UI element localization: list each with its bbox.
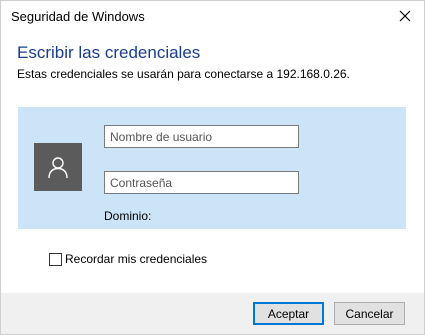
credential-tile: Dominio: xyxy=(18,107,406,229)
username-field[interactable] xyxy=(104,125,299,148)
user-icon xyxy=(48,157,68,179)
close-button[interactable] xyxy=(390,3,420,29)
title-bar: Seguridad de Windows xyxy=(1,1,424,32)
checkbox-box[interactable] xyxy=(49,252,62,266)
accept-button[interactable]: Aceptar xyxy=(253,302,324,325)
dialog-heading: Escribir las credenciales xyxy=(17,43,201,62)
dialog-subheading: Estas credenciales se usarán para conect… xyxy=(17,67,350,81)
password-field[interactable] xyxy=(104,171,299,194)
close-icon xyxy=(399,10,411,22)
remember-credentials-label: Recordar mis credenciales xyxy=(65,252,208,266)
window-title: Seguridad de Windows xyxy=(11,9,145,24)
avatar xyxy=(34,143,82,191)
domain-label: Dominio: xyxy=(104,209,152,223)
credentials-dialog: Seguridad de Windows Escribir las creden… xyxy=(0,0,425,335)
button-bar: Aceptar Cancelar xyxy=(1,293,424,334)
cancel-button[interactable]: Cancelar xyxy=(334,302,405,325)
remember-credentials-checkbox[interactable]: Recordar mis credenciales xyxy=(49,252,207,266)
